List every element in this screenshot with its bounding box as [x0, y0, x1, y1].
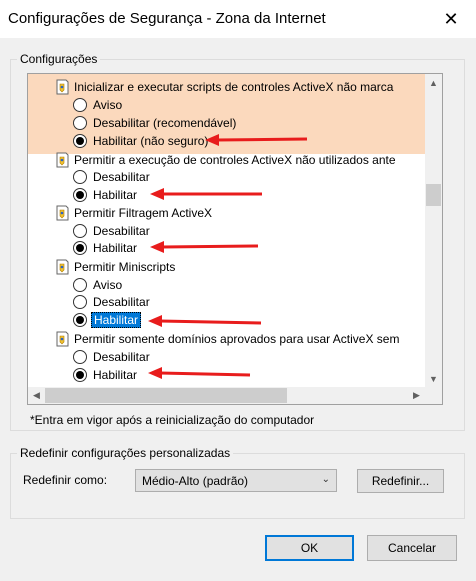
chevron-down-icon: ⌄ — [321, 474, 330, 485]
option-label[interactable]: Habilitar — [93, 241, 137, 255]
reset-level-dropdown[interactable]: Médio-Alto (padrão) ⌄ — [135, 469, 337, 492]
option-label[interactable]: Desabilitar — [93, 170, 150, 184]
option-label[interactable]: Desabilitar — [93, 295, 150, 309]
annotation-arrow — [150, 241, 259, 253]
radio-desabilitar[interactable] — [73, 170, 87, 184]
reset-group-label: Redefinir configurações personalizadas — [17, 446, 234, 460]
scroll-up-icon[interactable]: ▲ — [425, 74, 442, 91]
annotation-arrow — [150, 188, 262, 200]
option-label[interactable]: Desabilitar — [93, 350, 150, 364]
vertical-scroll-thumb[interactable] — [426, 184, 441, 206]
radio-habilitar[interactable] — [73, 241, 87, 255]
radio-habilitar-nao-seguro[interactable] — [73, 134, 87, 148]
radio-habilitar[interactable] — [73, 188, 87, 202]
option-label[interactable]: Aviso — [93, 98, 122, 112]
shield-gear-icon — [56, 152, 69, 168]
option-label[interactable]: Desabilitar (recomendável) — [93, 116, 236, 130]
option-label-selected[interactable]: Habilitar — [91, 312, 142, 328]
radio-desabilitar-recomendavel[interactable] — [73, 116, 87, 130]
radio-habilitar[interactable] — [73, 313, 87, 327]
setting-title: Permitir Miniscripts — [74, 260, 176, 274]
title-bar: Configurações de Segurança - Zona da Int… — [0, 0, 476, 38]
option-label[interactable]: Habilitar — [93, 188, 137, 202]
radio-desabilitar[interactable] — [73, 350, 87, 364]
option-label[interactable]: Aviso — [93, 278, 122, 292]
reset-level-value: Médio-Alto (padrão) — [142, 473, 249, 488]
ok-button[interactable]: OK — [265, 535, 354, 561]
vertical-scrollbar[interactable]: ▲ ▼ — [425, 74, 442, 387]
radio-aviso[interactable] — [73, 98, 87, 112]
radio-aviso[interactable] — [73, 278, 87, 292]
annotation-arrow — [148, 315, 262, 327]
reset-to-label: Redefinir como: — [23, 473, 108, 487]
setting-title: Inicializar e executar scripts de contro… — [74, 80, 394, 94]
setting-title: Permitir Filtragem ActiveX — [74, 206, 213, 220]
setting-title: Permitir somente domínios aprovados para… — [74, 332, 400, 346]
scrollbar-corner — [425, 387, 442, 404]
option-label[interactable]: Habilitar (não seguro) — [93, 134, 208, 148]
horizontal-scrollbar[interactable]: ◀ ▶ — [28, 387, 425, 404]
annotation-arrow — [205, 134, 308, 146]
shield-gear-icon — [56, 331, 69, 347]
close-button[interactable]: ✕ — [437, 6, 465, 32]
shield-gear-icon — [56, 205, 69, 221]
radio-desabilitar[interactable] — [73, 295, 87, 309]
radio-desabilitar[interactable] — [73, 224, 87, 238]
shield-gear-icon — [56, 259, 69, 275]
cancel-button[interactable]: Cancelar — [367, 535, 457, 561]
option-label[interactable]: Habilitar — [93, 368, 137, 382]
horizontal-scroll-thumb[interactable] — [45, 388, 287, 403]
option-label[interactable]: Desabilitar — [93, 224, 150, 238]
scroll-right-icon[interactable]: ▶ — [408, 387, 425, 404]
reset-button[interactable]: Redefinir... — [357, 469, 444, 493]
settings-list[interactable]: Inicializar e executar scripts de contro… — [27, 73, 443, 405]
restart-note: *Entra em vigor após a reinicialização d… — [30, 413, 315, 427]
settings-group-label: Configurações — [17, 52, 101, 66]
scroll-down-icon[interactable]: ▼ — [425, 370, 442, 387]
setting-title: Permitir a execução de controles ActiveX… — [74, 153, 396, 167]
annotation-arrow — [148, 367, 251, 379]
shield-gear-icon — [56, 79, 69, 95]
settings-list-content: Inicializar e executar scripts de contro… — [28, 74, 425, 387]
radio-habilitar[interactable] — [73, 368, 87, 382]
window-title: Configurações de Segurança - Zona da Int… — [8, 10, 326, 27]
scroll-left-icon[interactable]: ◀ — [28, 387, 45, 404]
